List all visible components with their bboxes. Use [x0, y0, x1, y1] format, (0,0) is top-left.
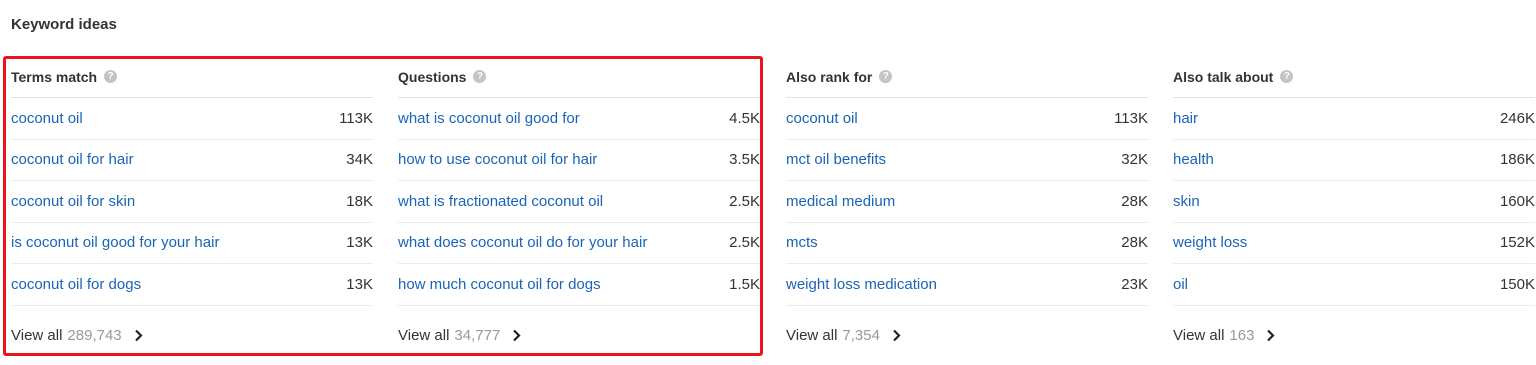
- view-all-link[interactable]: View all 34,777: [398, 306, 760, 365]
- keyword-link[interactable]: oil: [1173, 276, 1188, 293]
- view-all-label: View all: [11, 327, 63, 344]
- keyword-row: weight loss 152K: [1173, 223, 1535, 264]
- keyword-volume: 246K: [1499, 109, 1535, 127]
- keyword-link[interactable]: what is fractionated coconut oil: [398, 193, 603, 210]
- help-icon[interactable]: ?: [473, 70, 487, 83]
- keyword-row: health 186K: [1173, 140, 1535, 181]
- keyword-volume: 150K: [1499, 275, 1535, 293]
- keyword-volume: 1.5K: [729, 275, 760, 293]
- keyword-row: mct oil benefits 32K: [786, 140, 1148, 181]
- column-header: Questions ?: [398, 56, 760, 98]
- keyword-link[interactable]: how much coconut oil for dogs: [398, 276, 601, 293]
- keyword-row: hair 246K: [1173, 98, 1535, 140]
- view-all-count: 34,777: [454, 327, 501, 344]
- keyword-link[interactable]: skin: [1173, 193, 1200, 210]
- view-all-link[interactable]: View all 7,354: [786, 306, 1148, 365]
- keyword-link[interactable]: what is coconut oil good for: [398, 110, 580, 127]
- view-all-label: View all: [398, 327, 450, 344]
- keyword-volume: 2.5K: [729, 234, 760, 252]
- help-icon[interactable]: ?: [1280, 70, 1294, 83]
- keyword-row: coconut oil for hair 34K: [11, 140, 373, 181]
- chevron-right-icon: [512, 329, 521, 342]
- column-header: Also talk about ?: [1173, 56, 1535, 98]
- keyword-link[interactable]: hair: [1173, 110, 1198, 127]
- keyword-row: coconut oil for dogs 13K: [11, 264, 373, 306]
- keyword-volume: 113K: [1114, 109, 1148, 127]
- keyword-volume: 186K: [1499, 151, 1535, 169]
- view-all-link[interactable]: View all 163: [1173, 306, 1535, 365]
- chevron-right-icon: [134, 329, 143, 342]
- view-all-count: 7,354: [842, 327, 880, 344]
- keyword-link[interactable]: coconut oil for dogs: [11, 276, 141, 293]
- keyword-link[interactable]: weight loss: [1173, 234, 1247, 251]
- keyword-row: what is coconut oil good for 4.5K: [398, 98, 760, 140]
- column-terms-match: Terms match ? coconut oil 113K coconut oi…: [11, 56, 373, 365]
- chevron-right-icon: [1266, 329, 1276, 342]
- help-icon[interactable]: ?: [879, 70, 893, 83]
- chevron-right-icon: [892, 329, 901, 342]
- view-all-label: View all: [1173, 327, 1225, 344]
- keyword-link[interactable]: mcts: [786, 234, 818, 251]
- keyword-link[interactable]: medical medium: [786, 193, 895, 210]
- column-title: Also rank for: [786, 68, 873, 85]
- keyword-row: medical medium 28K: [786, 181, 1148, 223]
- keyword-volume: 18K: [346, 192, 373, 210]
- keyword-volume: 4.5K: [729, 109, 760, 127]
- column-also-rank-for: Also rank for ? coconut oil 113K mct oil …: [786, 56, 1148, 365]
- keyword-row: what does coconut oil do for your hair 2.…: [398, 223, 760, 264]
- help-icon[interactable]: ?: [104, 70, 118, 83]
- column-title: Also talk about: [1173, 68, 1274, 85]
- keyword-volume: 32K: [1121, 151, 1148, 169]
- keyword-volume: 23K: [1121, 275, 1148, 293]
- keyword-volume: 3.5K: [729, 151, 760, 169]
- view-all-link[interactable]: View all 289,743: [11, 306, 373, 365]
- column-questions: Questions ? what is coconut oil good for…: [398, 56, 760, 365]
- keyword-volume: 2.5K: [729, 192, 760, 210]
- keyword-link[interactable]: what does coconut oil do for your hair: [398, 234, 647, 251]
- keyword-link[interactable]: health: [1173, 151, 1214, 168]
- keyword-row: how much coconut oil for dogs 1.5K: [398, 264, 760, 306]
- keyword-volume: 152K: [1499, 234, 1535, 252]
- keyword-link[interactable]: how to use coconut oil for hair: [398, 151, 597, 168]
- keyword-volume: 28K: [1121, 234, 1148, 252]
- keyword-link[interactable]: is coconut oil good for your hair: [11, 234, 219, 251]
- view-all-count: 163: [1229, 327, 1255, 344]
- keyword-link[interactable]: coconut oil for skin: [11, 193, 135, 210]
- column-title: Questions: [398, 68, 467, 85]
- section-title: Keyword ideas: [11, 16, 117, 33]
- keyword-link[interactable]: mct oil benefits: [786, 151, 886, 168]
- keyword-volume: 113K: [339, 109, 373, 127]
- keyword-row: skin 160K: [1173, 181, 1535, 223]
- keyword-ideas-columns: Terms match ? coconut oil 113K coconut oi…: [0, 56, 1536, 356]
- keyword-row: coconut oil for skin 18K: [11, 181, 373, 223]
- keyword-volume: 34K: [346, 151, 373, 169]
- keyword-volume: 28K: [1121, 192, 1148, 210]
- view-all-label: View all: [786, 327, 838, 344]
- column-title: Terms match: [11, 68, 98, 85]
- keyword-volume: 13K: [346, 275, 373, 293]
- keyword-link[interactable]: weight loss medication: [786, 276, 937, 293]
- keyword-link[interactable]: coconut oil: [786, 110, 858, 127]
- keyword-link[interactable]: coconut oil: [11, 110, 83, 127]
- keyword-row: is coconut oil good for your hair 13K: [11, 223, 373, 264]
- keyword-volume: 160K: [1499, 192, 1535, 210]
- column-header: Terms match ?: [11, 56, 373, 98]
- keyword-volume: 13K: [346, 234, 373, 252]
- view-all-count: 289,743: [67, 327, 122, 344]
- keyword-row: oil 150K: [1173, 264, 1535, 306]
- keyword-row: mcts 28K: [786, 223, 1148, 264]
- keyword-row: coconut oil 113K: [11, 98, 373, 140]
- keyword-link[interactable]: coconut oil for hair: [11, 151, 134, 168]
- keyword-row: how to use coconut oil for hair 3.5K: [398, 140, 760, 181]
- column-header: Also rank for ?: [786, 56, 1148, 98]
- keyword-row: weight loss medication 23K: [786, 264, 1148, 306]
- keyword-row: coconut oil 113K: [786, 98, 1148, 140]
- column-also-talk-about: Also talk about ? hair 246K health 186K sk…: [1173, 56, 1535, 365]
- keyword-row: what is fractionated coconut oil 2.5K: [398, 181, 760, 223]
